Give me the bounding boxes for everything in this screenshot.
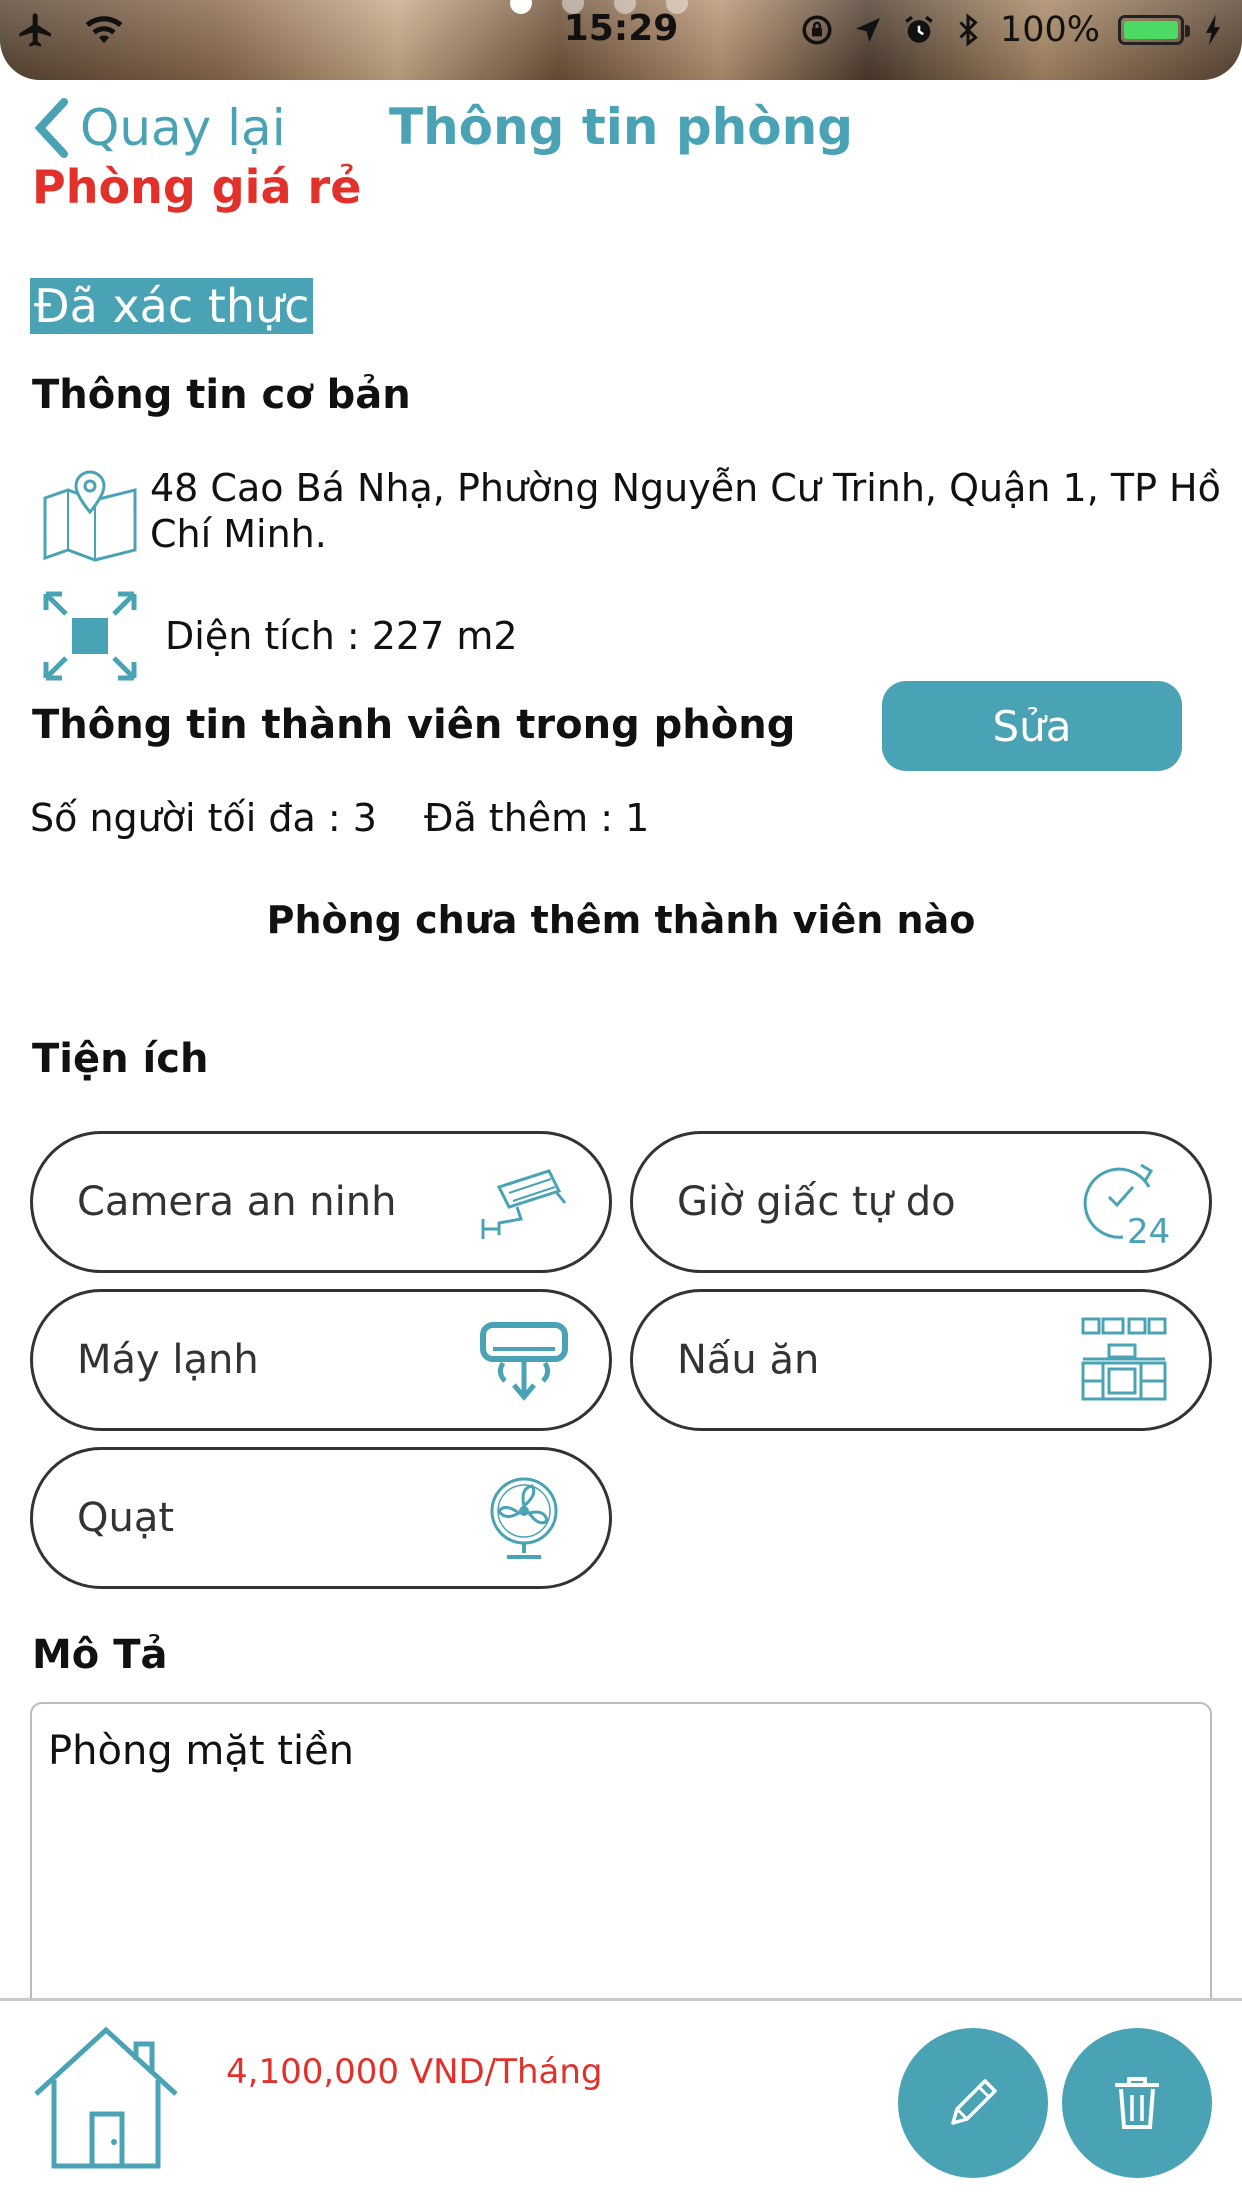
map-pin-icon: [43, 470, 137, 562]
added-count-text: Đã thêm : 1: [424, 796, 650, 840]
basic-info-heading: Thông tin cơ bản: [32, 372, 411, 418]
trash-icon: [1115, 2077, 1159, 2129]
amenity-cooking[interactable]: Nấu ăn: [630, 1289, 1212, 1431]
amenity-air-conditioner[interactable]: Máy lạnh: [30, 1289, 612, 1431]
amenity-label: Quạt: [77, 1495, 175, 1541]
amenities-heading: Tiện ích: [32, 1036, 209, 1082]
status-right-icons: 100%: [800, 10, 1224, 50]
amenity-camera[interactable]: Camera an ninh: [30, 1131, 612, 1273]
rotation-lock-icon: [802, 15, 832, 45]
battery-icon: [1118, 15, 1190, 45]
status-bar: 15:29 100%: [0, 0, 1242, 80]
members-heading: Thông tin thành viên trong phòng: [32, 702, 796, 748]
security-camera-icon: [481, 1169, 567, 1239]
kitchen-icon: [1081, 1317, 1167, 1401]
amenity-label: Giờ giấc tự do: [677, 1179, 956, 1225]
description-heading: Mô Tả: [32, 1632, 168, 1678]
fan-icon: [490, 1477, 558, 1559]
amenity-label: Máy lạnh: [77, 1337, 259, 1383]
price-text: 4,100,000 VND/Tháng: [226, 2052, 603, 2092]
amenity-label: Nấu ăn: [677, 1337, 820, 1383]
max-people-text: Số người tối đa : 3: [30, 796, 377, 840]
pencil-icon: [951, 2079, 997, 2125]
charging-icon: [1205, 14, 1221, 46]
room-name: Phòng giá rẻ: [32, 160, 362, 214]
description-textarea[interactable]: Phòng mặt tiền: [30, 1702, 1212, 2042]
delete-room-button[interactable]: [1062, 2028, 1212, 2178]
bluetooth-icon: [959, 13, 978, 47]
address-line-2: Chí Minh.: [150, 512, 327, 556]
amenity-label: Camera an ninh: [77, 1179, 397, 1225]
alarm-icon: [905, 15, 933, 43]
verified-badge: Đã xác thực: [30, 278, 314, 334]
amenity-free-hours[interactable]: Giờ giấc tự do 24: [630, 1131, 1212, 1273]
empty-members-message: Phòng chưa thêm thành viên nào: [266, 898, 976, 942]
location-icon: [855, 18, 880, 42]
amenity-fan[interactable]: Quạt: [30, 1447, 612, 1589]
bottom-bar: [0, 1998, 1242, 2208]
house-icon: [34, 2026, 178, 2169]
area-text: Diện tích : 227 m2: [165, 614, 518, 658]
svg-text:24: 24: [1127, 1212, 1169, 1247]
address-line-1: 48 Cao Bá Nhạ, Phường Nguyễn Cư Trinh, Q…: [150, 466, 1221, 510]
edit-members-button[interactable]: Sửa: [882, 681, 1182, 771]
clock-24-icon: 24: [1083, 1163, 1169, 1247]
page-title: Thông tin phòng: [388, 98, 853, 156]
area-expand-icon: [43, 591, 137, 681]
battery-percent: 100%: [999, 10, 1100, 50]
room-info-screen: 15:29 100% Quay lại Thông tin phòng Phòn…: [0, 0, 1242, 2208]
air-conditioner-icon: [480, 1322, 568, 1401]
edit-room-button[interactable]: [898, 2028, 1048, 2178]
